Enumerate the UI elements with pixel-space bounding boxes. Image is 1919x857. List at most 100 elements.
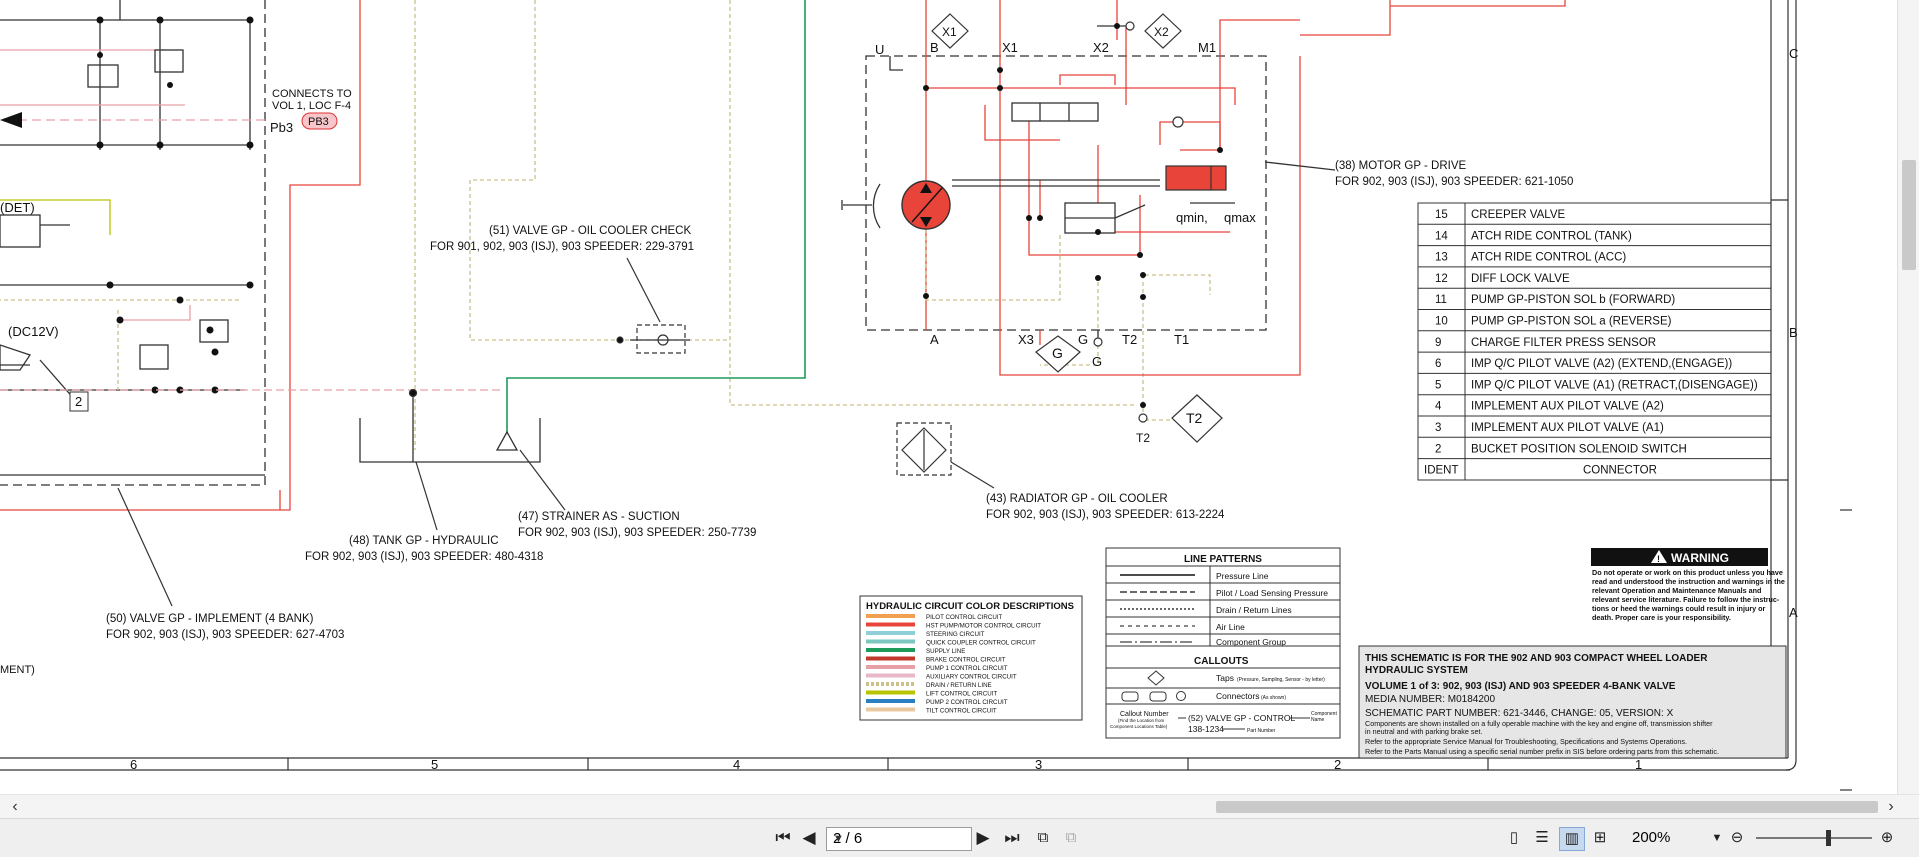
title-block: THIS SCHEMATIC IS FOR THE 902 AND 903 CO…: [1358, 645, 1787, 759]
table-header-connector: CONNECTOR: [1583, 465, 1657, 477]
pattern-pressure: Pressure Line: [1216, 571, 1269, 581]
scroll-left-icon[interactable]: ‹: [6, 797, 24, 817]
table-ident-cell: 6: [1435, 358, 1441, 370]
first-page-icon[interactable]: ⏮: [772, 827, 794, 849]
zoom-out-icon[interactable]: ⊖: [1726, 827, 1748, 849]
port-t2-tag: T2: [1186, 410, 1203, 426]
vertical-scrollbar[interactable]: [1897, 0, 1919, 794]
port-b: B: [930, 40, 939, 55]
port-t2: T2: [1122, 332, 1137, 347]
page-number-field[interactable]: 2 / 6 ▼: [826, 827, 972, 851]
callout-43-sub: FOR 902, 903 (ISJ), 903 SPEEDER: 613-222…: [986, 509, 1225, 521]
table-connector-cell: ATCH RIDE CONTROL (ACC): [1471, 252, 1626, 264]
zoom-level[interactable]: 200%: [1632, 827, 1712, 849]
table-connector-cell: IMPLEMENT AUX PILOT VALVE (A2): [1471, 401, 1664, 413]
pattern-component-group: Component Group: [1216, 637, 1286, 647]
title-line-8: Refer to the appropriate Service Manual …: [1365, 737, 1687, 746]
port-x1: X1: [1002, 40, 1018, 55]
part-number-note: Part Number: [1247, 728, 1276, 734]
document-viewport[interactable]: CONNECTS TO VOL 1, LOC F-4 Pb3 PB3 (DET)…: [0, 0, 1919, 794]
taps-label: Taps: [1216, 673, 1234, 683]
table-connector-cell: ATCH RIDE CONTROL (TANK): [1471, 230, 1632, 242]
port-t2-lower: T2: [1136, 431, 1150, 445]
pattern-pilot: Pilot / Load Sensing Pressure: [1216, 588, 1328, 598]
two-page-continuous-icon[interactable]: ⊞: [1589, 827, 1611, 849]
zone-c: C: [1789, 46, 1798, 61]
table-ident-cell: 12: [1435, 273, 1448, 285]
callout-47-title: (47) STRAINER AS - SUCTION: [518, 511, 680, 523]
connects-to-label: CONNECTS TO: [272, 88, 352, 100]
two-page-icon[interactable]: ▥: [1559, 827, 1585, 851]
pb3-label: Pb3: [270, 120, 293, 135]
table-ident-cell: 3: [1435, 422, 1441, 434]
line-patterns-legend: LINE PATTERNS Pressure Line Pilot / Load…: [1105, 547, 1341, 739]
vertical-scroll-thumb[interactable]: [1902, 160, 1916, 270]
table-ident-cell: 4: [1435, 401, 1442, 413]
port-x2-tag: X2: [1154, 25, 1169, 39]
zoom-slider[interactable]: [1756, 837, 1872, 839]
table-ident-cell: 10: [1435, 316, 1448, 328]
zone-1: 1: [1635, 757, 1642, 772]
svg-text:!: !: [1657, 554, 1660, 564]
title-line-5: SCHEMATIC PART NUMBER: 621-3446, CHANGE:…: [1365, 708, 1674, 719]
scroll-right-icon[interactable]: ›: [1882, 797, 1900, 817]
radiator-oil-cooler: [896, 422, 995, 489]
warning-line-1: Do not operate or work on this product u…: [1592, 568, 1783, 577]
table-connector-cell: IMP Q/C PILOT VALVE (A1) (RETRACT,(DISEN…: [1471, 379, 1758, 391]
supply-line: [506, 0, 806, 440]
legend-label: PILOT CONTROL CIRCUIT: [926, 614, 1003, 621]
zoom-in-icon[interactable]: ⊕: [1876, 827, 1898, 849]
single-page-icon[interactable]: ▯: [1503, 827, 1525, 849]
continuous-page-icon[interactable]: ☰: [1531, 827, 1553, 849]
table-ident-cell: 11: [1435, 294, 1447, 306]
callout-50-sub: FOR 902, 903 (ISJ), 903 SPEEDER: 627-470…: [106, 629, 344, 641]
drive-cylinder: [1165, 165, 1227, 191]
zone-4: 4: [733, 757, 740, 772]
warning-line-3: relevant Operation and Maintenance Manua…: [1592, 586, 1761, 595]
zoom-dropdown-icon[interactable]: ▼: [1710, 827, 1724, 849]
callout-48-sub: FOR 902, 903 (ISJ), 903 SPEEDER: 480-431…: [305, 551, 543, 563]
table-header-ident: IDENT: [1424, 465, 1459, 477]
taps-note: (Pressure, Sampling, Sensor - by letter): [1237, 677, 1325, 683]
legend-label: AUXILIARY CONTROL CIRCUIT: [926, 674, 1017, 681]
warning-title: WARNING: [1671, 551, 1729, 565]
warning-line-5: tions or heed the warnings could result …: [1592, 604, 1766, 613]
hydraulic-tank: [359, 388, 541, 463]
table-ident-cell: 15: [1435, 209, 1448, 221]
table-connector-cell: DIFF LOCK VALVE: [1471, 273, 1570, 285]
page-dropdown-icon[interactable]: ▼: [833, 828, 967, 850]
implement-valve-partial: [0, 0, 270, 486]
warning-box: ! WARNING Do not operate or work on this…: [1591, 548, 1785, 622]
return-lines: [0, 0, 1135, 511]
horizontal-scrollbar[interactable]: ‹ ›: [0, 794, 1919, 819]
title-line-4: MEDIA NUMBER: M0184200: [1365, 694, 1495, 705]
line-patterns-title: LINE PATTERNS: [1184, 554, 1262, 565]
table-connector-cell: PUMP GP-PISTON SOL b (FORWARD): [1471, 294, 1675, 306]
ment-label: MENT): [0, 664, 35, 676]
prev-page-icon[interactable]: ◀: [798, 827, 820, 849]
warning-line-6: death. Proper care is your responsibilit…: [1592, 613, 1731, 622]
page-export-icon[interactable]: ⧉: [1032, 827, 1054, 849]
zone-3: 3: [1035, 757, 1042, 772]
legend-label: QUICK COUPLER CONTROL CIRCUIT: [926, 640, 1036, 647]
port-t1: T1: [1174, 332, 1189, 347]
callouts-title: CALLOUTS: [1194, 656, 1249, 667]
table-ident-cell: 9: [1435, 337, 1441, 349]
zoom-slider-thumb[interactable]: [1826, 830, 1831, 846]
horizontal-scroll-thumb[interactable]: [1216, 801, 1878, 813]
qmin-label: qmin,: [1176, 210, 1208, 225]
left-junction-dots: [96, 16, 254, 394]
pb3-tag: PB3: [308, 116, 329, 128]
port-x2: X2: [1093, 40, 1109, 55]
legend-label: HST PUMP/MOTOR CONTROL CIRCUIT: [926, 623, 1041, 630]
next-page-icon[interactable]: ▶: [972, 827, 994, 849]
port-x3: X3: [1018, 332, 1034, 347]
warning-line-4: relevant service literature. Failure to …: [1592, 595, 1780, 604]
page-insert-icon[interactable]: ⧉: [1060, 827, 1082, 849]
zone-b: B: [1789, 325, 1798, 340]
legend-label: PUMP 1 CONTROL CIRCUIT: [926, 665, 1008, 672]
title-line-3: VOLUME 1 of 3: 902, 903 (ISJ) AND 903 SP…: [1365, 681, 1676, 692]
last-page-icon[interactable]: ⏭: [1000, 827, 1024, 849]
callout-38-sub: FOR 902, 903 (ISJ), 903 SPEEDER: 621-105…: [1335, 176, 1573, 188]
component-name-note-2: Name: [1311, 717, 1325, 723]
